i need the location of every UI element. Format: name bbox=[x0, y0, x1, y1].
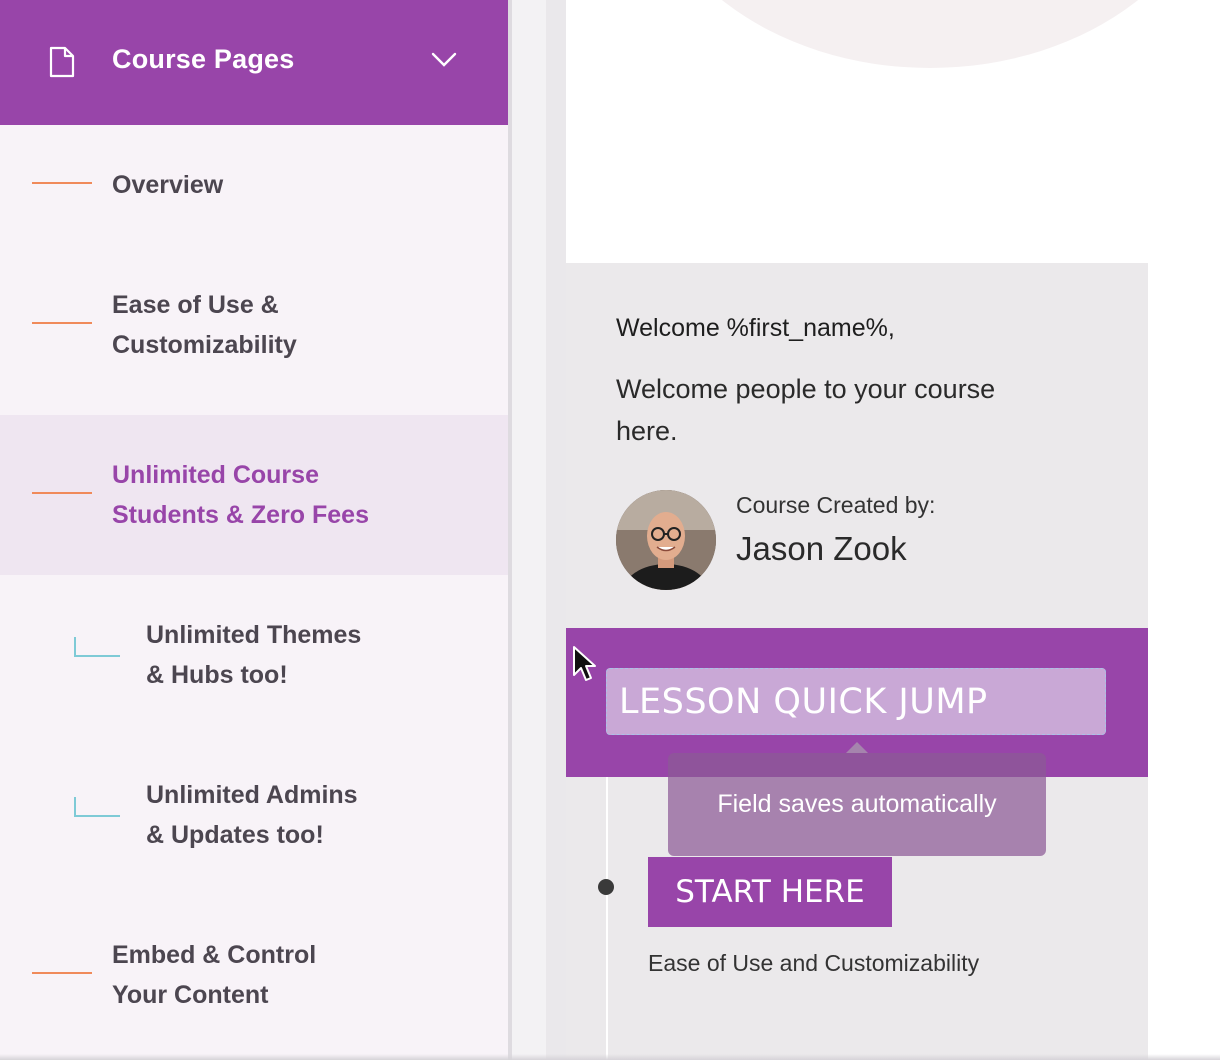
course-sidebar: Course Pages Overview Ease of Use & Cust… bbox=[0, 0, 508, 1060]
timeline-dot bbox=[598, 879, 614, 895]
avatar bbox=[616, 490, 716, 590]
hero-decoration bbox=[640, 0, 1220, 68]
welcome-message: Welcome people to your course here. bbox=[616, 374, 996, 446]
item-dash bbox=[32, 972, 92, 974]
item-dash bbox=[32, 322, 92, 324]
chevron-down-icon[interactable] bbox=[430, 50, 458, 70]
document-icon bbox=[49, 46, 75, 78]
creator-name: Jason Zook bbox=[736, 530, 907, 567]
start-caption: Ease of Use and Customizability bbox=[648, 950, 980, 976]
bottom-edge bbox=[0, 1054, 1220, 1060]
start-here-button[interactable]: START HERE bbox=[648, 857, 892, 927]
sidebar-item-label: Unlimited Course Students & Zero Fees bbox=[112, 461, 369, 529]
welcome-greeting: Welcome %first_name%, bbox=[616, 314, 895, 342]
sidebar-item-label: Unlimited Admins & Updates too! bbox=[146, 781, 358, 849]
item-dash bbox=[32, 182, 92, 184]
field-saves-tooltip: Field saves automatically bbox=[668, 753, 1046, 856]
sub-item-connector bbox=[74, 797, 120, 817]
sidebar-item-label: Embed & Control Your Content bbox=[112, 941, 317, 1009]
sub-item-connector bbox=[74, 637, 120, 657]
sidebar-item-label: Overview bbox=[112, 171, 224, 199]
sidebar-item-unlimited-course[interactable]: Unlimited Course Students & Zero Fees bbox=[0, 415, 508, 575]
timeline-line bbox=[606, 777, 608, 1060]
sidebar-item-unlimited-themes[interactable]: Unlimited Themes & Hubs too! bbox=[0, 575, 508, 735]
lesson-quick-jump-input[interactable]: LESSON QUICK JUMP bbox=[606, 668, 1106, 735]
sidebar-item-overview[interactable]: Overview bbox=[0, 125, 508, 265]
course-pages-header[interactable]: Course Pages bbox=[0, 0, 508, 125]
sidebar-item-ease-of-use[interactable]: Ease of Use & Customizability bbox=[0, 265, 508, 415]
tooltip-arrow bbox=[846, 742, 868, 753]
content-edge bbox=[546, 0, 566, 1060]
sidebar-item-embed-control[interactable]: Embed & Control Your Content bbox=[0, 895, 508, 1055]
item-dash bbox=[32, 492, 92, 494]
sidebar-gutter bbox=[512, 0, 546, 1060]
sidebar-item-label: Unlimited Themes & Hubs too! bbox=[146, 621, 362, 689]
sidebar-item-unlimited-admins[interactable]: Unlimited Admins & Updates too! bbox=[0, 735, 508, 895]
creator-label: Course Created by: bbox=[736, 492, 936, 518]
sidebar-item-label: Ease of Use & Customizability bbox=[112, 291, 297, 359]
cursor-arrow-icon bbox=[573, 646, 596, 681]
creator-photo bbox=[616, 490, 716, 590]
sidebar-title: Course Pages bbox=[112, 44, 295, 74]
